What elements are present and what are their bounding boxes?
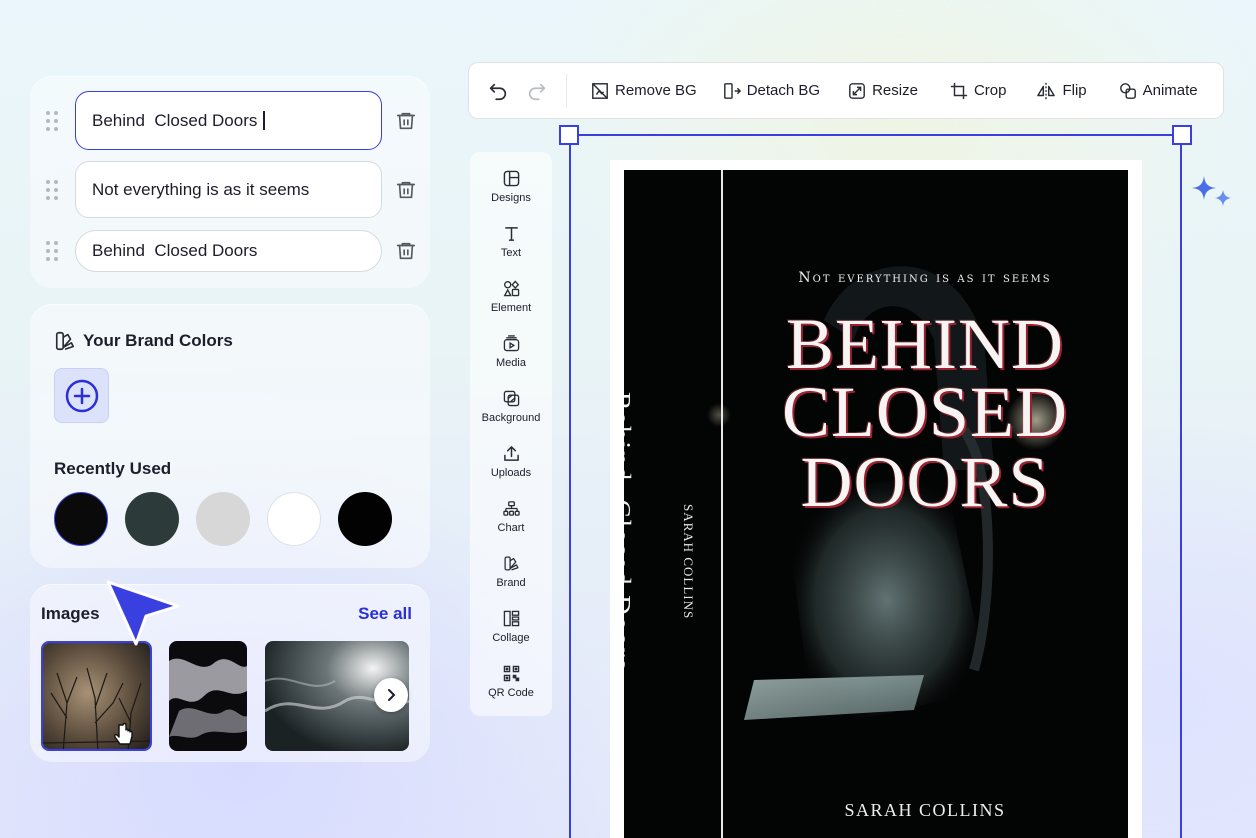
chevron-right-icon [388, 689, 396, 701]
tool-label: Uploads [490, 467, 532, 479]
flip-button[interactable]: Flip [1036, 82, 1087, 100]
text-caret [263, 111, 265, 130]
text-layer-row: Behind Closed Doors [44, 230, 418, 272]
text-layer-value: Not everything is as it seems [92, 179, 310, 199]
media-icon [503, 335, 519, 352]
tool-designs[interactable]: Designs [470, 170, 552, 204]
brand-colors-title: Your Brand Colors [83, 331, 233, 350]
undo-icon[interactable] [487, 80, 509, 102]
redo-icon[interactable] [526, 80, 548, 102]
resize-button[interactable]: Resize [848, 82, 918, 100]
tool-element[interactable]: Element [470, 280, 552, 314]
trash-icon[interactable] [394, 109, 418, 133]
resize-label: Resize [872, 82, 918, 99]
color-swatch[interactable] [54, 492, 108, 546]
tool-label: Text [500, 247, 522, 259]
pointer-arrow-icon [106, 580, 180, 646]
tool-brand[interactable]: Brand [470, 555, 552, 589]
tool-qr-code[interactable]: QR Code [470, 665, 552, 699]
text-layer-value: Behind Closed Doors [92, 241, 258, 260]
drag-handle-icon[interactable] [44, 179, 60, 201]
upload-icon [503, 446, 519, 461]
tool-text[interactable]: Text [470, 225, 552, 259]
color-swatch[interactable] [125, 492, 179, 546]
collage-icon [503, 610, 519, 627]
tool-label: QR Code [488, 687, 534, 699]
flip-icon [1037, 82, 1056, 99]
detach-bg-button[interactable]: Detach BG [723, 82, 820, 100]
shapes-icon [503, 280, 519, 297]
tool-chart[interactable]: Chart [470, 500, 552, 534]
tool-uploads[interactable]: Uploads [470, 445, 552, 479]
recently-used-title: Recently Used [54, 459, 172, 478]
crop-icon [950, 82, 968, 99]
text-layer-value: Behind Closed Doors [92, 110, 258, 130]
tool-media[interactable]: Media [470, 335, 552, 369]
remove-bg-label: Remove BG [615, 82, 697, 99]
brand-colors-panel: Your Brand Colors Recently Used [30, 304, 430, 568]
drag-handle-icon[interactable] [44, 240, 60, 262]
tool-label: Collage [492, 632, 530, 644]
flip-label: Flip [1062, 82, 1087, 99]
selection-box[interactable] [569, 134, 1182, 838]
color-swatch[interactable] [338, 492, 392, 546]
side-tools-panel: Designs Text Element Media Background Up… [470, 152, 552, 716]
text-layer-input[interactable]: Not everything is as it seems [75, 161, 382, 218]
detach-bg-label: Detach BG [746, 82, 821, 99]
tool-background[interactable]: Background [470, 390, 552, 424]
remove-bg-icon [592, 82, 608, 99]
plus-circle-icon [65, 379, 98, 412]
images-panel: Images See all [30, 584, 430, 762]
text-layers-panel: Behind Closed Doors Not everything is as… [30, 76, 430, 288]
text-layer-row: Not everything is as it seems [44, 161, 418, 218]
animate-icon [1119, 82, 1136, 99]
text-layer-input[interactable]: Behind Closed Doors [75, 91, 382, 150]
tool-collage[interactable]: Collage [470, 610, 552, 644]
brand-icon [55, 331, 75, 351]
tool-label: Chart [497, 522, 525, 534]
tool-label: Background [481, 412, 541, 424]
animate-label: Animate [1142, 82, 1198, 99]
see-all-link[interactable]: See all [358, 604, 412, 624]
trash-icon[interactable] [394, 239, 418, 263]
text-layer-input[interactable]: Behind Closed Doors [75, 230, 382, 272]
chart-icon [502, 501, 520, 516]
remove-bg-button[interactable]: Remove BG [591, 82, 697, 100]
history-controls [469, 73, 567, 108]
background-icon [503, 390, 519, 407]
drag-handle-icon[interactable] [44, 110, 60, 132]
next-images-button[interactable] [374, 678, 408, 712]
animate-button[interactable]: Animate [1119, 82, 1198, 100]
hand-cursor-icon [114, 722, 133, 745]
top-toolbar: Remove BG Detach BG Resize Crop Flip Ani… [468, 62, 1224, 119]
text-icon [504, 227, 518, 241]
image-thumbnail[interactable] [169, 641, 247, 751]
qr-code-icon [503, 665, 519, 682]
brand-colors-header: Your Brand Colors [54, 330, 233, 352]
color-swatch[interactable] [267, 492, 321, 546]
trash-icon[interactable] [394, 178, 418, 202]
brand-icon [503, 556, 519, 571]
text-layer-row: Behind Closed Doors [44, 91, 418, 150]
tool-label: Brand [496, 577, 526, 589]
sparkle-icon [1192, 176, 1231, 206]
tool-label: Designs [491, 192, 531, 204]
color-swatch[interactable] [196, 492, 250, 546]
add-color-button[interactable] [54, 368, 109, 423]
detach-bg-icon [723, 82, 741, 99]
tool-label: Media [496, 357, 526, 369]
crop-label: Crop [973, 82, 1007, 99]
resize-icon [849, 82, 865, 99]
images-title: Images [41, 604, 100, 623]
crop-button[interactable]: Crop [950, 82, 1007, 100]
resize-handle-top-left[interactable] [559, 125, 579, 145]
resize-handle-top-right[interactable] [1172, 125, 1192, 145]
tool-label: Element [490, 302, 532, 314]
layout-icon [503, 170, 519, 187]
